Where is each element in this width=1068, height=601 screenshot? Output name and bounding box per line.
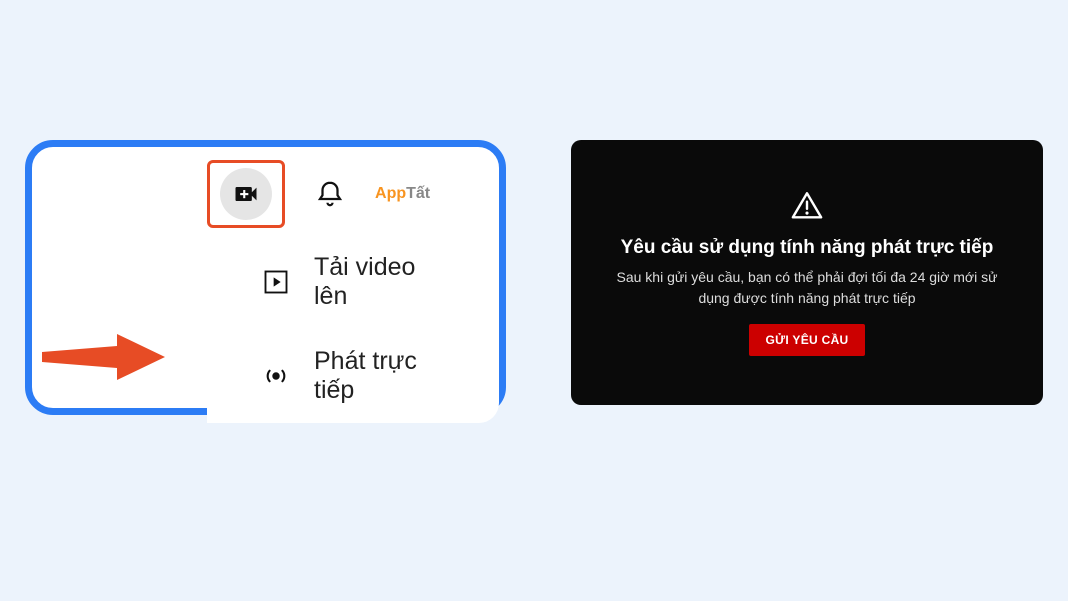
- create-menu-panel: AppTất Tải video lên Phát trực tiếp: [25, 140, 506, 415]
- send-request-button[interactable]: GỬI YÊU CẦU: [749, 324, 864, 356]
- apptat-logo: AppTất: [375, 185, 430, 203]
- dialog-title: Yêu cầu sử dụng tính năng phát trực tiếp: [621, 237, 994, 259]
- upload-play-icon: [262, 268, 290, 296]
- upload-video-label: Tải video lên: [314, 253, 444, 311]
- pointer-arrow-icon: [37, 332, 167, 382]
- notifications-icon[interactable]: [315, 179, 345, 209]
- topbar: AppTất: [207, 159, 489, 229]
- go-live-label: Phát trực tiếp: [314, 347, 444, 405]
- warning-triangle-icon: [790, 189, 824, 223]
- live-broadcast-icon: [262, 362, 290, 390]
- live-request-dialog: Yêu cầu sử dụng tính năng phát trực tiếp…: [571, 140, 1043, 405]
- go-live-item[interactable]: Phát trực tiếp: [207, 329, 499, 423]
- create-button[interactable]: [220, 168, 272, 220]
- upload-video-item[interactable]: Tải video lên: [207, 235, 499, 329]
- create-dropdown-menu: Tải video lên Phát trực tiếp: [207, 235, 499, 423]
- create-video-icon: [232, 180, 260, 208]
- dialog-description: Sau khi gửi yêu cầu, bạn có thể phải đợi…: [601, 267, 1013, 308]
- create-button-highlight: [207, 160, 285, 228]
